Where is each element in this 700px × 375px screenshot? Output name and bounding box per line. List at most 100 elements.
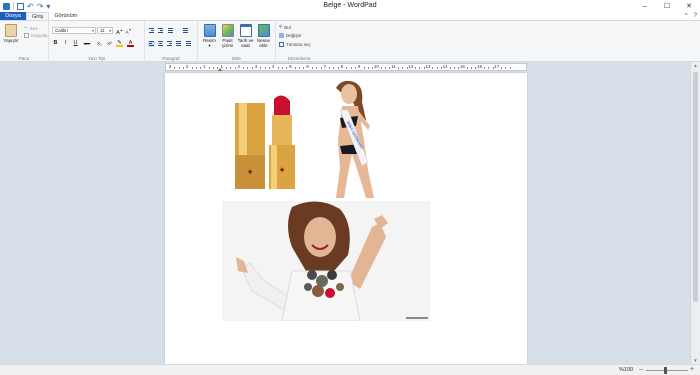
paste-button[interactable]: Yapıştır — [3, 24, 19, 43]
cut-button[interactable]: ✂ Kes — [24, 25, 38, 31]
scrollbar-thumb[interactable] — [693, 72, 698, 302]
increase-indent-icon[interactable] — [157, 28, 164, 34]
ruler-tick — [333, 67, 335, 69]
model-sash-image[interactable]: MISS GERMANY — [318, 80, 386, 201]
justify-icon[interactable] — [175, 41, 182, 47]
chevron-down-icon: ▾ — [91, 28, 94, 33]
paint-drawing-button[interactable]: Paint çizimi — [219, 24, 236, 48]
ruler-label: 16 — [477, 64, 483, 69]
ribbon-tabs: Dosya Giriş Görünüm ^ ? — [0, 12, 700, 21]
replace-icon — [279, 33, 284, 38]
ruler-label: 10 — [373, 64, 379, 69]
tab-home[interactable]: Giriş — [26, 12, 50, 20]
shrink-font-button[interactable]: A▼ — [125, 27, 132, 35]
datetime-button[interactable]: Tarih ve saat — [237, 24, 254, 48]
align-right-icon[interactable] — [166, 41, 173, 47]
underline-button[interactable]: U — [72, 40, 79, 47]
find-button[interactable]: ⚲ Bul — [279, 24, 291, 30]
font-group: Calibri ▾ 11 ▾ A▲ A▼ B I U abc X₂ X² ✎ A… — [49, 21, 145, 62]
minimize-button[interactable]: – — [634, 0, 656, 12]
ruler-tick — [380, 67, 382, 69]
tab-file[interactable]: Dosya — [0, 12, 26, 20]
font-family-select[interactable]: Calibri ▾ — [52, 27, 96, 34]
select-all-button[interactable]: Tümünü seç — [279, 42, 311, 47]
tab-view[interactable]: Görünüm — [49, 12, 82, 20]
zoom-slider-thumb[interactable] — [664, 367, 667, 374]
quick-access-toolbar: ↶ ↷ ▾ — [0, 2, 50, 10]
superscript-button[interactable]: X² — [105, 40, 114, 47]
chevron-down-icon: ▾ — [108, 28, 111, 33]
save-icon[interactable] — [17, 2, 24, 10]
replace-label: Değiştir — [286, 33, 302, 38]
ruler-tick — [453, 67, 455, 69]
decrease-indent-icon[interactable] — [148, 28, 155, 34]
highlight-icon[interactable]: ✎ — [116, 40, 123, 47]
scroll-down-icon[interactable]: ▼ — [691, 358, 700, 363]
horizontal-ruler[interactable]: 3 2 1 1 2 3 4 5 6 7 8 9 10 11 12 13 14 15 16 17 — [165, 63, 527, 71]
clipboard-icon — [5, 24, 17, 37]
ruler-tick — [367, 67, 369, 69]
customize-qat-icon[interactable]: ▾ — [46, 2, 50, 10]
insert-object-button[interactable]: Nesne ekle — [255, 24, 272, 48]
align-center-icon[interactable] — [157, 41, 164, 47]
window-controls: – ☐ ✕ — [634, 0, 700, 12]
font-color-icon[interactable]: A — [127, 40, 134, 47]
ruler-label: 13 — [425, 64, 431, 69]
ruler-tick — [200, 67, 202, 69]
zoom-slider[interactable] — [646, 370, 688, 371]
undo-icon[interactable]: ↶ — [27, 2, 34, 10]
italic-button[interactable]: I — [62, 40, 69, 47]
grow-font-button[interactable]: A▲ — [116, 27, 123, 36]
ruler-tick — [234, 67, 236, 69]
ruler-tick — [217, 67, 219, 69]
replace-button[interactable]: Değiştir — [279, 33, 301, 38]
redo-icon[interactable]: ↷ — [37, 2, 44, 10]
collapse-ribbon-icon[interactable]: ^ — [685, 12, 688, 21]
copy-button[interactable]: Kopyala — [24, 33, 47, 38]
strikethrough-button[interactable]: abc — [82, 40, 92, 47]
scroll-up-icon[interactable]: ▲ — [691, 63, 700, 68]
bullet-list-icon[interactable] — [167, 28, 174, 34]
zoom-out-button[interactable]: – — [639, 366, 643, 373]
ruler-tick — [213, 67, 214, 69]
ruler-label: 6 — [306, 64, 309, 69]
wordpad-app-icon[interactable] — [3, 2, 10, 10]
ruler-label: 2 — [185, 64, 189, 69]
ruler-tick — [432, 67, 434, 69]
zoom-in-button[interactable]: + — [690, 366, 694, 373]
ruler-tick — [182, 67, 184, 69]
model-sash-graphic: MISS GERMANY — [336, 80, 374, 198]
lipstick-image[interactable]: ✦ ✦ — [233, 95, 301, 191]
ruler-label: 1 — [203, 64, 206, 69]
ruler-tick — [191, 67, 193, 69]
paragraph-settings-icon[interactable] — [185, 41, 192, 47]
datetime-label: Tarih ve saat — [237, 38, 254, 48]
clipboard-group-label: Pano — [18, 56, 30, 61]
ruler-tick — [337, 67, 339, 69]
editing-group-label: Düzenleme — [287, 56, 311, 61]
align-left-icon[interactable] — [148, 41, 155, 47]
maximize-button[interactable]: ☐ — [656, 0, 678, 12]
picture-button[interactable]: Resim ▾ — [201, 24, 218, 48]
ruler-tick — [281, 67, 283, 69]
model-pose-image[interactable] — [222, 201, 430, 321]
vertical-scrollbar[interactable]: ▲ ▼ — [690, 62, 700, 364]
ruler-label: 5 — [289, 64, 292, 69]
close-button[interactable]: ✕ — [678, 0, 700, 12]
select-all-icon — [279, 42, 284, 47]
ruler-tick — [354, 67, 356, 69]
ruler-tick — [320, 67, 322, 69]
ruler-tick — [466, 67, 468, 69]
lipstick-graphic: ✦ ✦ — [235, 95, 295, 189]
bold-button[interactable]: B — [52, 40, 59, 47]
ruler-tick — [311, 67, 313, 69]
help-icon[interactable]: ? — [694, 12, 697, 21]
ruler-label: 8 — [340, 64, 344, 69]
scissors-icon: ✂ — [24, 25, 28, 30]
ruler-tick — [243, 67, 245, 69]
ruler-tick — [208, 67, 210, 69]
font-size-select[interactable]: 11 ▾ — [97, 27, 113, 34]
line-spacing-icon[interactable] — [182, 28, 189, 34]
find-label: Bul — [284, 24, 291, 30]
subscript-button[interactable]: X₂ — [95, 40, 104, 47]
